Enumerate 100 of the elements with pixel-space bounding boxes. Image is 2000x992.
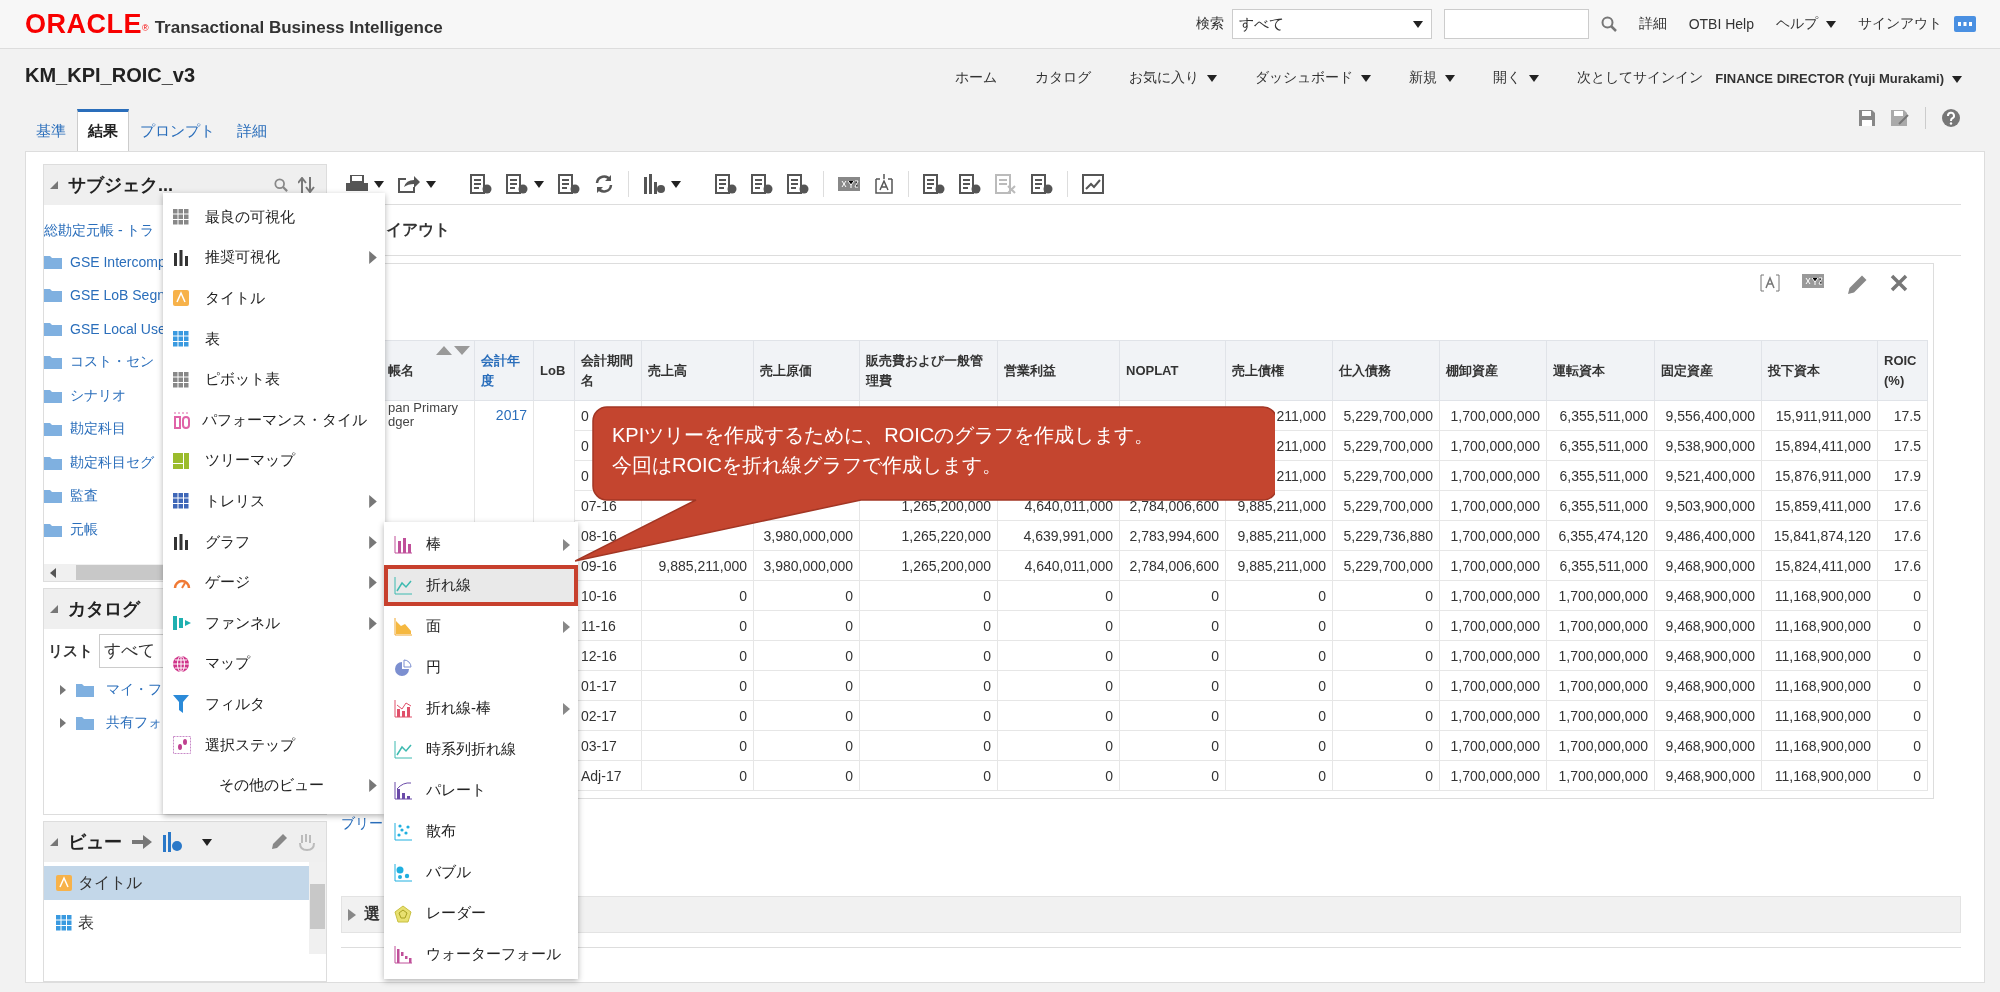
table-cell: 0	[1119, 730, 1226, 761]
table-cell: 0	[1225, 580, 1333, 611]
table-cell: 0	[1877, 640, 1928, 671]
table-cell: 11,168,900,000	[1761, 760, 1878, 791]
column-header: 仕入債務	[1332, 340, 1440, 401]
signed-in-label: 次としてサインイン	[1577, 69, 1704, 87]
table-cell: 11,168,900,000	[1761, 640, 1878, 671]
list-label: リスト	[48, 641, 93, 661]
table-cell-text: pan Primary dger	[388, 401, 460, 429]
column-header: NOPLAT	[1119, 340, 1226, 401]
column-header: 販売費および一般管理費	[859, 340, 998, 401]
table-cell: 9,538,900,000	[1654, 430, 1762, 461]
table-cell: 0	[1225, 760, 1333, 791]
table-cell: 1,700,000,000	[1439, 490, 1547, 521]
table-cell: 0	[753, 670, 860, 701]
table-cell: 1,700,000,000	[1439, 460, 1547, 491]
table-cell: 17.6	[1877, 520, 1928, 551]
column-header: 棚卸資産	[1439, 340, 1547, 401]
table-cell: 0	[641, 730, 754, 761]
table-cell: 0	[997, 580, 1120, 611]
table-cell: 0	[859, 730, 998, 761]
table-cell: 9,468,900,000	[1654, 580, 1762, 611]
table-cell: 4,639,991,000	[997, 520, 1120, 551]
table-cell: 4,640,011,000	[997, 550, 1120, 581]
table-cell: 1,700,000,000	[1546, 580, 1655, 611]
table-cell: 0	[753, 610, 860, 641]
callout-text: 今回はROICを折れ線グラフで作成します。	[612, 453, 1003, 478]
table-cell: 3,980,000,000	[753, 550, 860, 581]
table-cell: 1,700,000,000	[1439, 520, 1547, 551]
table-cell: 0	[1119, 760, 1226, 791]
table-cell: 0	[997, 610, 1120, 641]
table-cell: 6,355,511,000	[1546, 550, 1655, 581]
table-cell: 0	[1877, 760, 1928, 791]
table-cell: 0	[859, 670, 998, 701]
table-cell: 0	[1119, 610, 1226, 641]
column-header: 売上債権	[1225, 340, 1333, 401]
table-cell: 0	[1877, 610, 1928, 641]
table-cell: 11,168,900,000	[1761, 700, 1878, 731]
table-cell: 0	[1332, 640, 1440, 671]
table-cell: 17.6	[1877, 490, 1928, 521]
table-cell: 1,700,000,000	[1546, 670, 1655, 701]
table-cell: 11,168,900,000	[1761, 580, 1878, 611]
table-cell: 0	[753, 730, 860, 761]
table-cell: 5,229,700,000	[1332, 460, 1440, 491]
table-cell: 1,700,000,000	[1439, 670, 1547, 701]
table-cell: 9,885,211,000	[1225, 550, 1333, 581]
table-cell: 9,468,900,000	[1654, 760, 1762, 791]
table-cell: 0	[1119, 640, 1226, 671]
table-cell: 0	[859, 640, 998, 671]
column-header: LoB	[533, 340, 575, 401]
table-cell: 0	[753, 580, 860, 611]
table-cell: 0	[1119, 700, 1226, 731]
table-cell: 9,486,400,000	[1654, 520, 1762, 551]
table-cell: 0	[1225, 610, 1333, 641]
table-cell: 1,265,200,000	[859, 550, 998, 581]
table-cell: 0	[753, 760, 860, 791]
table-cell: 0	[1332, 670, 1440, 701]
table-cell: 1,700,000,000	[1439, 760, 1547, 791]
column-header: 固定資産	[1654, 340, 1762, 401]
table-cell: 1,700,000,000	[1439, 550, 1547, 581]
table-cell: 9,468,900,000	[1654, 730, 1762, 761]
table-cell: 0	[997, 760, 1120, 791]
table-cell: 15,911,911,000	[1761, 400, 1878, 431]
table-cell: 0	[1225, 640, 1333, 671]
table-cell: 0	[1877, 670, 1928, 701]
table-cell: 9,468,900,000	[1654, 550, 1762, 581]
table-cell: 0	[1332, 700, 1440, 731]
column-header: 運転資本	[1546, 340, 1655, 401]
table-cell: 5,229,700,000	[1332, 430, 1440, 461]
table-cell: 6,355,474,120	[1546, 520, 1655, 551]
table-cell: 1,700,000,000	[1439, 400, 1547, 431]
table-cell: 1,265,220,000	[859, 520, 998, 551]
table-cell: 0	[997, 640, 1120, 671]
table-cell: 0	[753, 640, 860, 671]
table-cell: 1,700,000,000	[1439, 640, 1547, 671]
table-cell: 1,700,000,000	[1439, 700, 1547, 731]
table-cell: 0	[859, 700, 998, 731]
table-cell: 0	[641, 700, 754, 731]
column-header: 投下資本	[1761, 340, 1878, 401]
table-cell: 9,468,900,000	[1654, 610, 1762, 641]
table-cell: 0	[997, 730, 1120, 761]
table-cell: 6,355,511,000	[1546, 460, 1655, 491]
table-cell: 0	[859, 610, 998, 641]
table-cell: 9,468,900,000	[1654, 640, 1762, 671]
table-cell: 11,168,900,000	[1761, 730, 1878, 761]
table-cell: 17.6	[1877, 550, 1928, 581]
table-cell: 0	[641, 580, 754, 611]
table-cell: 0	[1119, 670, 1226, 701]
table-cell: 0	[641, 760, 754, 791]
table-cell: 6,355,511,000	[1546, 400, 1655, 431]
table-cell: 0	[1225, 700, 1333, 731]
table-cell: 9,468,900,000	[1654, 700, 1762, 731]
table-cell: 1,700,000,000	[1439, 610, 1547, 641]
table-cell: 1,700,000,000	[1439, 730, 1547, 761]
search-label: 検索	[1195, 15, 1224, 33]
table-cell: 5,229,736,880	[1332, 520, 1440, 551]
product-name: Transactional Business Intelligence	[154, 17, 443, 38]
table-cell: 11,168,900,000	[1761, 610, 1878, 641]
table-cell: 0	[1225, 730, 1333, 761]
column-header: 会計期間名	[574, 340, 642, 401]
